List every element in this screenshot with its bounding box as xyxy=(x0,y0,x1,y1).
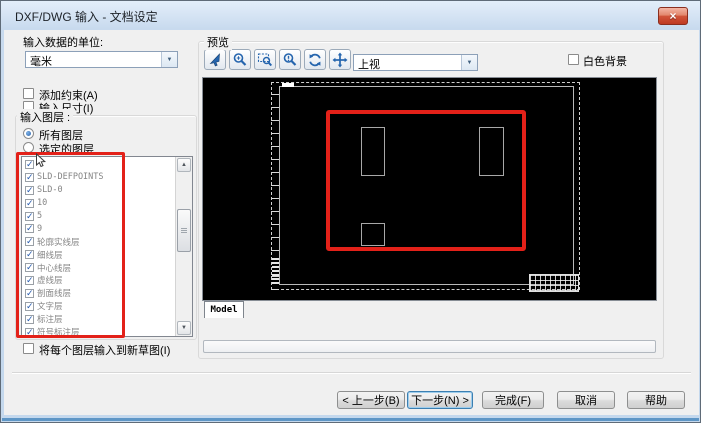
layer-checkbox[interactable]: ✓ xyxy=(25,276,34,285)
layer-name: 符号标注层 xyxy=(37,326,80,337)
select-tool-button[interactable] xyxy=(204,49,226,70)
layer-name: SLD-0 xyxy=(37,185,63,195)
layer-name: 文字层 xyxy=(37,300,63,312)
view-orientation-value: 上视 xyxy=(354,55,461,70)
layer-checkbox[interactable]: ✓ xyxy=(25,199,34,208)
layer-name: 9 xyxy=(37,224,42,234)
layer-row[interactable]: ✓ 9 xyxy=(22,222,175,235)
layer-checkbox[interactable]: ✓ xyxy=(25,224,34,233)
zoom-area-icon xyxy=(257,52,273,68)
select-tool-icon xyxy=(207,52,223,68)
pan-icon xyxy=(332,52,348,68)
preview-group-label: 预览 xyxy=(204,34,232,50)
selected-layers-radio[interactable] xyxy=(23,142,34,153)
view-orientation-dropdown[interactable]: 上视 ▼ xyxy=(353,54,478,71)
units-dropdown[interactable]: 毫米 ▼ xyxy=(25,51,178,68)
layer-checkbox[interactable]: ✓ xyxy=(25,263,34,272)
units-value: 毫米 xyxy=(26,52,161,67)
layer-name: 轮廓实线层 xyxy=(37,236,80,248)
layer-name: 中心线层 xyxy=(37,262,71,274)
layer-name: 虚线层 xyxy=(37,274,63,286)
layer-checkbox[interactable]: ✓ xyxy=(25,160,34,169)
next-button[interactable]: 下一步(N) > xyxy=(407,391,473,409)
layer-row[interactable]: ✓ 轮廓实线层 xyxy=(22,235,175,248)
sheet-inner-border xyxy=(279,86,574,285)
mouse-cursor-icon xyxy=(35,153,47,173)
units-label: 输入数据的单位: xyxy=(23,34,103,50)
sheet-scale-bar xyxy=(272,258,279,286)
layer-row[interactable]: ✓ 10 xyxy=(22,197,175,210)
layer-row[interactable]: ✓ 标注层 xyxy=(22,313,175,326)
progress-bar xyxy=(203,340,656,353)
layer-row[interactable]: ✓ 虚线层 xyxy=(22,274,175,287)
layer-row[interactable]: ✓ 细线层 xyxy=(22,248,175,261)
chevron-down-icon: ▼ xyxy=(461,55,477,70)
all-layers-radio[interactable] xyxy=(23,128,34,139)
sheet-title-block xyxy=(529,274,579,292)
scroll-down-icon[interactable]: ▼ xyxy=(177,321,191,335)
back-button[interactable]: < 上一步(B) xyxy=(337,391,405,409)
model-tab[interactable]: Model xyxy=(204,301,244,318)
model-tab-label: Model xyxy=(210,305,237,315)
layer-name: 标注层 xyxy=(37,313,63,325)
zoom-icon xyxy=(232,52,248,68)
layer-checkbox[interactable]: ✓ xyxy=(25,250,34,259)
add-constraints-checkbox[interactable] xyxy=(23,88,34,99)
layer-checkbox[interactable]: ✓ xyxy=(25,289,34,298)
layer-name: 10 xyxy=(37,198,47,208)
layer-row[interactable]: ✓ 5 xyxy=(22,210,175,223)
layer-name: 5 xyxy=(37,211,42,221)
layer-row[interactable]: ✓ 中心线层 xyxy=(22,261,175,274)
layer-checkbox[interactable]: ✓ xyxy=(25,302,34,311)
layer-row[interactable]: ✓ 符号标注层 xyxy=(22,326,175,337)
refresh-tool-button[interactable] xyxy=(304,49,326,70)
window-bottom-border xyxy=(2,418,699,421)
zoom-fit-tool-button[interactable] xyxy=(279,49,301,70)
footer-separator xyxy=(12,372,691,374)
drawing-rectangle-left xyxy=(361,127,385,176)
layer-checkbox[interactable]: ✓ xyxy=(25,237,34,246)
import-each-layer-checkbox[interactable] xyxy=(23,343,34,354)
scrollbar-thumb[interactable] xyxy=(177,209,191,252)
import-each-layer-label: 将每个图层输入到新草图(I) xyxy=(39,342,170,358)
layers-group-label: 输入图层 : xyxy=(17,109,73,125)
cancel-button[interactable]: 取消 xyxy=(557,391,615,409)
sheet-top-mark xyxy=(282,83,294,87)
layers-scrollbar[interactable]: ▲ ▼ xyxy=(175,157,192,336)
scroll-up-icon[interactable]: ▲ xyxy=(177,158,191,172)
close-icon: × xyxy=(669,9,676,23)
dialog-title: DXF/DWG 输入 - 文档设定 xyxy=(15,8,158,25)
layer-row[interactable]: ✓ 剖面线层 xyxy=(22,287,175,300)
white-background-checkbox[interactable] xyxy=(568,54,579,65)
close-button[interactable]: × xyxy=(658,7,688,25)
zoom-tool-button[interactable] xyxy=(229,49,251,70)
help-button[interactable]: 帮助 xyxy=(627,391,685,409)
layer-checkbox[interactable]: ✓ xyxy=(25,173,34,182)
white-background-label: 白色背景 xyxy=(583,53,627,69)
selected-layers-label: 选定的图层 xyxy=(39,141,94,157)
pan-tool-button[interactable] xyxy=(329,49,351,70)
dialog-window: DXF/DWG 输入 - 文档设定 × 输入数据的单位: 毫米 ▼ 添加约束(A… xyxy=(0,0,701,423)
zoom-fit-icon xyxy=(282,52,298,68)
finish-button[interactable]: 完成(F) xyxy=(482,391,544,409)
refresh-icon xyxy=(307,52,323,68)
zoom-area-tool-button[interactable] xyxy=(254,49,276,70)
layer-checkbox[interactable]: ✓ xyxy=(25,315,34,324)
drawing-rectangle-right xyxy=(479,127,504,176)
layers-listbox[interactable]: ✓ ✓ SLD-DEFPOINTS ✓ SLD-0 ✓ 10 xyxy=(21,156,193,337)
layer-name: SLD-DEFPOINTS xyxy=(37,172,104,182)
chevron-down-icon: ▼ xyxy=(161,52,177,67)
layer-row[interactable]: ✓ SLD-0 xyxy=(22,184,175,197)
layer-checkbox[interactable]: ✓ xyxy=(25,186,34,195)
drawing-square-bottom xyxy=(361,223,385,246)
layers-list: ✓ ✓ SLD-DEFPOINTS ✓ SLD-0 ✓ 10 xyxy=(22,158,175,337)
layer-row[interactable]: ✓ 文字层 xyxy=(22,300,175,313)
layer-name: 细线层 xyxy=(37,249,63,261)
layer-checkbox[interactable]: ✓ xyxy=(25,212,34,221)
layer-name: 剖面线层 xyxy=(37,287,71,299)
layer-checkbox[interactable]: ✓ xyxy=(25,328,34,337)
